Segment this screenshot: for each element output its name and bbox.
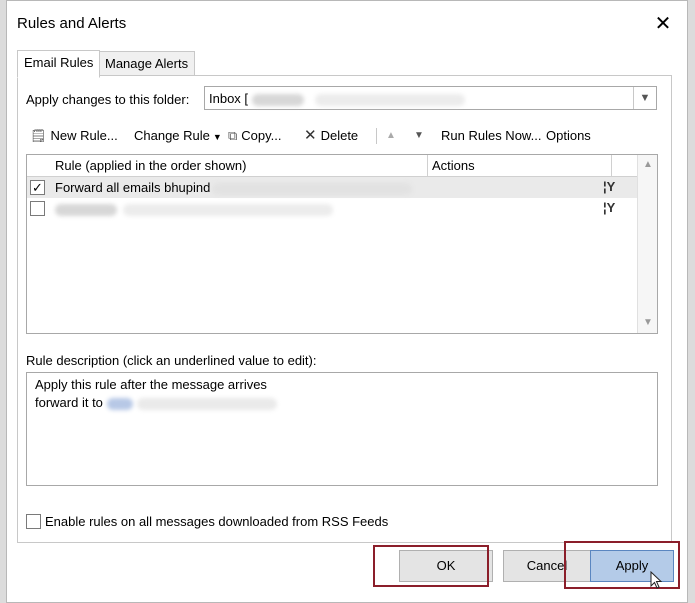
rules-toolbar: 🗒 New Rule... Change Rule ▼ ⧉ Copy... ✕ Dele… bbox=[30, 126, 660, 146]
copy-label: Copy... bbox=[241, 128, 282, 143]
redacted-recipient bbox=[136, 397, 277, 410]
rss-label: Enable rules on all messages downloaded … bbox=[45, 514, 389, 529]
table-row[interactable]: ¦Y bbox=[27, 198, 637, 219]
rules-list-scrollbar[interactable]: ▲ ▼ bbox=[637, 155, 657, 333]
folder-select[interactable]: Inbox [ ▼ bbox=[204, 86, 657, 110]
caret-down-icon: ▼ bbox=[212, 132, 222, 142]
redacted-folder-extra bbox=[315, 93, 466, 106]
mouse-pointer-icon bbox=[650, 571, 663, 589]
recipient-link[interactable] bbox=[106, 397, 133, 410]
scroll-up-icon[interactable]: ▲ bbox=[638, 157, 657, 173]
tab-manage-alerts[interactable]: Manage Alerts bbox=[98, 51, 196, 77]
move-down-icon[interactable]: ▼ bbox=[414, 126, 424, 146]
ok-highlight-box bbox=[373, 545, 489, 587]
redacted-rule-name bbox=[212, 182, 413, 195]
run-rules-now-button[interactable]: Run Rules Now... bbox=[441, 126, 541, 146]
description-line-1: Apply this rule after the message arrive… bbox=[35, 377, 267, 392]
rule-name-text: Forward all emails bhupind bbox=[55, 180, 211, 195]
column-header-rule[interactable]: Rule (applied in the order shown) bbox=[55, 158, 247, 173]
list-header: Rule (applied in the order shown) Action… bbox=[27, 155, 637, 177]
change-rule-label: Change Rule bbox=[134, 128, 210, 143]
email-rules-panel: Apply changes to this folder: Inbox [ ▼ … bbox=[17, 75, 672, 543]
copy-icon: ⧉ bbox=[228, 128, 238, 143]
description-line-2: forward it to bbox=[35, 395, 277, 410]
forward-action-icon: ¦Y bbox=[603, 200, 616, 215]
change-rule-button[interactable]: Change Rule ▼ bbox=[134, 126, 222, 146]
new-rule-icon: 🗒 bbox=[30, 128, 47, 143]
rule-description-box: Apply this rule after the message arrive… bbox=[26, 372, 658, 486]
rule-checkbox[interactable]: ✓ bbox=[30, 180, 45, 195]
dialog-title: Rules and Alerts bbox=[17, 15, 127, 32]
rule-name: Forward all emails bhupind bbox=[55, 180, 413, 195]
new-rule-label: New Rule... bbox=[50, 128, 118, 143]
delete-icon: ✕ bbox=[304, 127, 317, 144]
rule-checkbox[interactable] bbox=[30, 201, 45, 216]
rules-list[interactable]: Rule (applied in the order shown) Action… bbox=[26, 154, 658, 334]
rss-checkbox[interactable] bbox=[26, 514, 41, 529]
table-row[interactable]: ✓ Forward all emails bhupind ¦Y bbox=[27, 177, 637, 198]
column-header-divider bbox=[611, 155, 612, 176]
forward-action-icon: ¦Y bbox=[603, 179, 616, 194]
redacted-rule-name bbox=[55, 203, 117, 216]
folder-value-text: Inbox [ bbox=[209, 91, 249, 106]
folder-label: Apply changes to this folder: bbox=[26, 92, 190, 107]
tab-email-rules[interactable]: Email Rules bbox=[17, 50, 101, 78]
delete-button[interactable]: ✕ Delete bbox=[304, 126, 358, 146]
folder-value: Inbox [ bbox=[209, 91, 466, 106]
redacted-rule-extra bbox=[123, 203, 333, 216]
delete-label: Delete bbox=[320, 128, 359, 143]
close-icon[interactable]: ✕ bbox=[651, 12, 675, 36]
chevron-down-icon[interactable]: ▼ bbox=[633, 87, 656, 109]
rules-and-alerts-dialog: Rules and Alerts ✕ Email Rules Manage Al… bbox=[6, 0, 688, 603]
new-rule-button[interactable]: 🗒 New Rule... bbox=[30, 126, 118, 146]
scroll-down-icon[interactable]: ▼ bbox=[638, 315, 657, 331]
rule-name bbox=[55, 201, 333, 216]
background-right bbox=[687, 0, 695, 603]
column-header-actions[interactable]: Actions bbox=[427, 155, 475, 176]
rule-description-label: Rule description (click an underlined va… bbox=[26, 353, 317, 368]
redacted-folder-name bbox=[251, 93, 304, 106]
toolbar-separator bbox=[376, 128, 377, 144]
description-line-2-text: forward it to bbox=[35, 395, 107, 410]
copy-button[interactable]: ⧉ Copy... bbox=[228, 126, 282, 146]
options-button[interactable]: Options bbox=[546, 126, 591, 146]
move-up-icon[interactable]: ▲ bbox=[386, 126, 396, 146]
